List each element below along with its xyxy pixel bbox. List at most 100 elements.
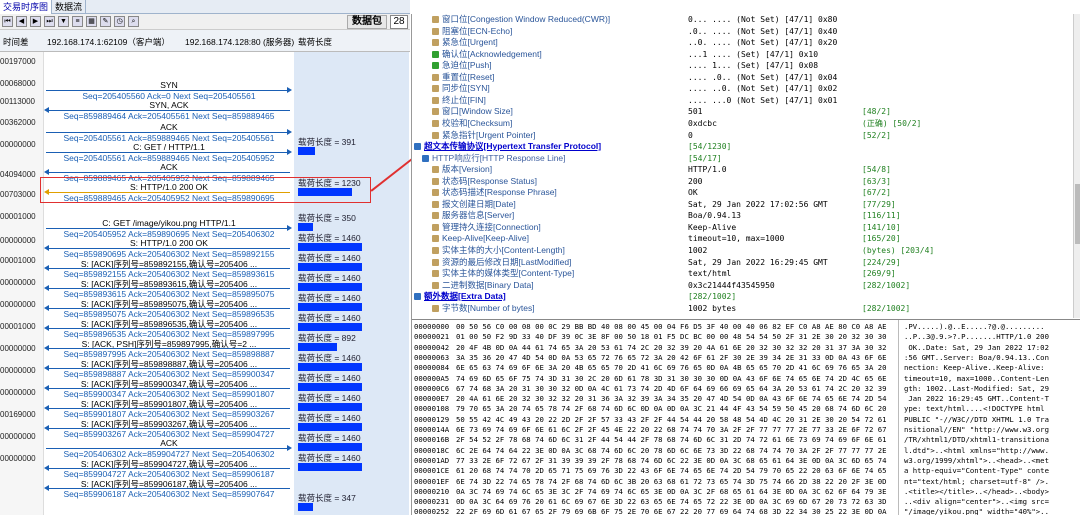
tree-row[interactable]: 资源的最后修改日期[LastModified] Sat, 29 Jan 2022 … [412,257,1080,269]
tree-row[interactable]: 紧急指针[Urgent Pointer] 0 [52/2] [412,130,1080,142]
tree-row-name: 字节数[Number of bytes] [442,302,535,313]
hex-bytes[interactable]: 6E 74 3D 22 74 65 78 74 2F 68 74 6D 6C 3… [456,477,887,487]
tree-row[interactable]: 版本[Version] HTTP/1.0 [54/8] [412,164,1080,176]
selection-highlight-box [40,177,371,203]
tree-row[interactable]: 管理持久连接[Connection] Keep-Alive [141/10] [412,222,1080,234]
load-length-bar [298,283,362,291]
tab-data-stream[interactable]: 数据流 [52,0,87,14]
tree-row[interactable]: 二进制数据[Binary Data] 0x3c21444f43545950 [282… [412,280,1080,292]
hex-ascii[interactable]: w3.org/1999/xhtml">..<head>..<met [904,456,1049,466]
hex-row: 00000084 6E 65 63 74 69 6F 6E 3A 20 4B 65… [412,363,1080,373]
tree-row[interactable]: 报文创建日期[Date] Sat, 29 Jan 2022 17:02:56 GM… [412,199,1080,211]
hex-ascii[interactable]: ..<div align="center">..<img src= [904,497,1049,507]
time-cell: 00362000 [0,118,36,127]
hex-bytes[interactable]: 0A 3C 74 69 74 6C 65 3E 3C 2F 74 69 74 6… [456,487,887,497]
hex-bytes[interactable]: 01 00 50 F2 9D 33 40 DF 39 0C 3E 8F 00 5… [456,332,887,342]
hex-ascii[interactable]: l.dtd">..<html xmlns="http://www. [904,446,1049,456]
hex-row: 00000252 22 2F 69 6D 61 67 65 2F 79 69 6B… [412,507,1080,515]
tree-row-name: 实体主体的媒体类型[Content-Type] [442,268,575,279]
hex-bytes[interactable]: 61 20 68 74 74 70 2D 65 71 75 69 76 3D 2… [456,466,887,476]
hex-bytes[interactable]: 00 50 56 C0 00 08 00 0C 29 BB BD 40 08 0… [456,322,887,332]
tree-row[interactable]: 字节数[Number of bytes] 1002 bytes [282/1002] [412,303,1080,315]
tree-row-range: [165/20] [862,234,901,244]
tree-row[interactable]: 状态码描述[Response Phrase] OK [67/2] [412,187,1080,199]
sequence-diagram[interactable]: 00000000 00197000 00068000 00113000 00362000… [0,52,410,515]
hex-row: 000001EF 6E 74 3D 22 74 65 78 74 2F 68 74… [412,477,1080,487]
hex-ascii[interactable]: ..P..3@.9.>?.P.......HTTP/1.0 200 [904,332,1049,342]
hex-ascii[interactable]: .<title></title>..</head>..<body> [904,487,1049,497]
hex-bytes[interactable]: 6E 73 69 74 69 6F 6E 61 6C 2F 2F 45 4E 2… [456,425,887,435]
tree-row[interactable]: 终止位[FIN] .... ...0 (Not Set) [47/1] 0x01 [412,95,1080,107]
hex-ascii[interactable]: OK..Date: Sat, 29 Jan 2022 17:02 [904,343,1049,353]
hex-bytes[interactable]: 6C 2E 64 74 64 22 3E 0D 0A 3C 68 74 6D 6… [456,446,887,456]
tree-row[interactable]: 状态码[Response Status] 200 [63/3] [412,176,1080,188]
filter-icon[interactable]: ▼ [58,16,69,27]
hex-bytes[interactable]: 20 4F 4B 0D 0A 44 61 74 65 3A 20 53 61 7… [456,343,887,353]
last-icon[interactable]: ⏭ [44,16,55,27]
hex-view[interactable]: 00000000 00 50 56 C0 00 08 00 0C 29 BB BD… [412,319,1080,515]
tree-row[interactable]: 额外数据[Extra Data] [282/1002] [412,291,1080,303]
tree-row[interactable]: Keep-Alive[Keep-Alive] timeout=10, max=10… [412,233,1080,245]
tree-row[interactable]: HTTP响应行[HTTP Response Line] [54/17] [412,153,1080,165]
tree-row[interactable]: 实体主体的大小[Content-Length] 1002 (bytes) [203/… [412,245,1080,257]
hex-offset: 000001EF [414,476,450,486]
tree-row-range: (正确) [50/2] [862,118,922,128]
tree-row[interactable]: 重置位[Reset] .... .0.. (Not Set) [47/1] 0x0… [412,72,1080,84]
hex-row: 0000014A 6E 73 69 74 69 6F 6E 61 6C 2F 2F… [412,425,1080,435]
tree-row[interactable]: 阻塞位[ECN-Echo] .0.. .... (Not Set) [47/1] … [412,26,1080,38]
tree-row[interactable]: 同步位[SYN] .... ..0. (Not Set) [47/1] 0x02 [412,83,1080,95]
hex-ascii[interactable]: nection: Keep-Alive..Keep-Alive: [904,363,1049,373]
hex-offset: 000000A5 [414,373,450,383]
hex-bytes[interactable]: 22 2F 69 6D 61 67 65 2F 79 69 6B 6F 75 2… [456,507,887,515]
tree-row[interactable]: 窗口[Window Size] 501 [48/2] [412,106,1080,118]
hex-ascii[interactable]: Jan 2022 16:29:45 GMT..Content-T [904,394,1049,404]
tree-row[interactable]: 紧急位[Urgent] ..0. .... (Not Set) [47/1] 0x… [412,37,1080,49]
hex-bytes[interactable]: 77 33 2E 6F 72 67 2F 31 39 39 39 2F 78 6… [456,456,887,466]
first-icon[interactable]: ⏮ [2,16,13,27]
next-icon[interactable]: ▶ [30,16,41,27]
hex-bytes[interactable]: 0D 0A 3C 64 69 76 20 61 6C 69 67 6E 3D 2… [456,497,887,507]
hex-bytes[interactable]: 79 70 65 3A 20 74 65 78 74 2F 68 74 6D 6… [456,404,887,414]
tree-row[interactable]: 窗口位[Congestion Window Reduced(CWR)] 0... … [412,14,1080,26]
hex-bytes[interactable]: 50 55 42 4C 49 43 20 22 2D 2F 2F 57 33 4… [456,415,887,425]
load-length-bar [298,303,362,311]
hex-ascii[interactable]: nsitional//EN" "http://www.w3.org [904,425,1049,435]
hex-ascii[interactable]: gth: 1002..Last-Modified: Sat, 29 [904,384,1049,394]
hex-ascii[interactable]: PUBLIC "-//W3C//DTD XHTML 1.0 Tra [904,415,1049,425]
clock-icon[interactable]: ◷ [114,16,125,27]
field-icon [432,270,439,278]
search-icon[interactable]: ⌕ [128,16,139,27]
hex-ascii[interactable]: /TR/xhtml1/DTD/xhtml1-transitiona [904,435,1049,445]
hex-row: 00000129 50 55 42 4C 49 43 20 22 2D 2F 2F… [412,415,1080,425]
hex-ascii[interactable]: :56 GMT..Server: Boa/0.94.13..Con [904,353,1049,363]
hex-ascii[interactable]: timeout=10, max=1000..Content-Len [904,374,1049,384]
hex-bytes[interactable]: 67 74 68 3A 20 31 30 30 32 0D 0A 4C 61 7… [456,384,887,394]
export-icon[interactable]: ≡ [72,16,83,27]
chart-icon[interactable]: ▦ [86,16,97,27]
tree-row-range: [52/2] [862,130,891,140]
hex-bytes[interactable]: 6E 65 63 74 69 6F 6E 3A 20 4B 65 65 70 2… [456,363,887,373]
tree-row[interactable]: 实体主体的媒体类型[Content-Type] text/html [269/9] [412,268,1080,280]
protocol-tree[interactable]: 窗口位[Congestion Window Reduced(CWR)] 0... … [412,14,1080,318]
settings-icon[interactable]: ✎ [100,16,111,27]
hex-ascii[interactable]: ype: text/html....<!DOCTYPE html [904,404,1049,414]
tree-row-value: Boa/0.94.13 [688,211,741,221]
tree-row[interactable]: 确认位[Acknowledgement] ...1 .... (Set) [47/… [412,49,1080,61]
tree-row-value: HTTP/1.0 [688,165,727,175]
hex-ascii[interactable]: .PV.....).@..E.....?@.@......... [904,322,1045,332]
prev-icon[interactable]: ◀ [16,16,27,27]
hex-offset: 000001CE [414,466,450,476]
hex-bytes[interactable]: 2F 54 52 2F 78 68 74 6D 6C 31 2F 44 54 4… [456,435,887,445]
hex-bytes[interactable]: 20 4A 61 6E 20 32 30 32 32 20 31 36 3A 3… [456,394,887,404]
tree-row-value: 0... .... (Not Set) [47/1] 0x80 [688,15,838,24]
tree-row[interactable]: 超文本传输协议[Hypertext Transfer Protocol] [54/… [412,141,1080,153]
hex-ascii[interactable]: "/image/yikou.png" width="40%">.. [904,507,1049,515]
tree-row[interactable]: 急迫位[Push] .... 1... (Set) [47/1] 0x08 [412,60,1080,72]
tree-row[interactable]: 校验和[Checksum] 0xdcbc (正确) [50/2] [412,118,1080,130]
hex-ascii[interactable]: nt="text/html; charset=utf-8" />. [904,477,1049,487]
hex-ascii[interactable]: a http-equiv="Content-Type" conte [904,466,1049,476]
hex-bytes[interactable]: 74 69 6D 65 6F 75 74 3D 31 30 2C 20 6D 6… [456,374,887,384]
hex-bytes[interactable]: 3A 35 36 20 47 4D 54 0D 0A 53 65 72 76 6… [456,353,887,363]
tree-row[interactable]: 服务器信息[Server] Boa/0.94.13 [116/11] [412,210,1080,222]
tab-sequence-diagram[interactable]: 交易时序图 [0,0,53,14]
